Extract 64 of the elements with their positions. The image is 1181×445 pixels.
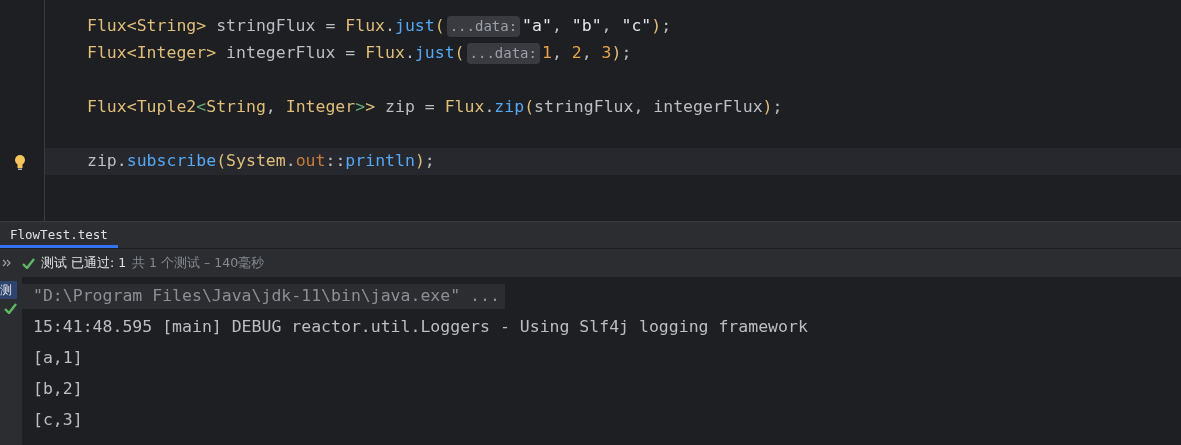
check-icon <box>4 303 17 314</box>
code-token: ( <box>454 42 465 65</box>
parameter-hint: ...data: <box>466 43 540 64</box>
code-token: < <box>196 96 207 119</box>
code-token: > <box>355 96 366 119</box>
code-token: Integer <box>285 96 356 119</box>
code-token: "a" <box>522 15 552 38</box>
code-token: , <box>551 42 563 65</box>
code-token: stringFlux, integerFlux <box>534 96 763 119</box>
code-token: ; <box>661 15 672 38</box>
code-token: subscribe <box>126 150 217 173</box>
test-summary: 共 1 个测试 – 140毫秒 <box>132 253 265 272</box>
code-token: just <box>395 15 435 38</box>
code-token: ) <box>651 15 662 38</box>
code-token: ) <box>414 150 425 173</box>
code-token: zip = <box>384 96 436 119</box>
code-token: Flux<Tuple2 <box>87 96 197 119</box>
code-token: String <box>206 96 266 119</box>
code-token: just <box>414 42 455 65</box>
code-token: . <box>484 96 495 119</box>
code-token: > <box>365 96 376 119</box>
code-token: ( <box>434 15 445 38</box>
code-token: ; <box>621 42 632 65</box>
code-token: integerFlux = <box>225 42 357 65</box>
code-token: , <box>581 42 593 65</box>
code-token: out <box>295 150 326 173</box>
code-token: 1 <box>541 42 552 65</box>
check-icon <box>22 257 35 269</box>
code-token: "b" <box>571 15 602 38</box>
code-token: Flux<String> <box>87 15 207 38</box>
code-token: zip <box>494 96 525 119</box>
code-token: ) <box>611 42 622 65</box>
test-tree-item[interactable]: 测 <box>0 281 17 299</box>
code-token: System <box>226 150 286 173</box>
code-token: ; <box>772 96 783 119</box>
code-token: println <box>345 150 415 173</box>
console-output: 15:41:48.595 [main] DEBUG reactor.util.Loggers - Using Slf4j logging framework <box>32 316 809 339</box>
test-status: 测试 已通过: 1 <box>41 253 127 272</box>
code-token: 2 <box>571 42 582 65</box>
code-token: "c" <box>621 15 652 38</box>
code-token: stringFlux = <box>215 15 337 38</box>
code-token: ; <box>424 150 435 173</box>
code-token: . <box>404 42 415 65</box>
code-token: Flux <box>345 15 386 38</box>
code-token: ( <box>524 96 535 119</box>
code-token: , <box>601 15 613 38</box>
code-token: zip. <box>87 150 127 173</box>
console-output: [b,2] <box>32 378 84 401</box>
lightbulb-icon[interactable] <box>14 153 26 170</box>
code-token: , <box>551 15 563 38</box>
code-token: ( <box>216 150 227 173</box>
code-token: ) <box>762 96 773 119</box>
console-output: [a,1] <box>32 347 84 370</box>
code-token: Flux <box>444 96 485 119</box>
console-output: [c,3] <box>32 409 84 432</box>
code-token: . <box>285 150 296 173</box>
expand-icon[interactable] <box>2 259 12 267</box>
parameter-hint: ...data: <box>446 16 521 37</box>
code-token: , <box>265 96 277 119</box>
code-token: :: <box>325 150 346 173</box>
code-token: . <box>385 15 395 38</box>
code-token: Flux <box>365 42 405 65</box>
code-token: 3 <box>601 42 612 65</box>
code-token: Flux<Integer> <box>87 42 217 65</box>
